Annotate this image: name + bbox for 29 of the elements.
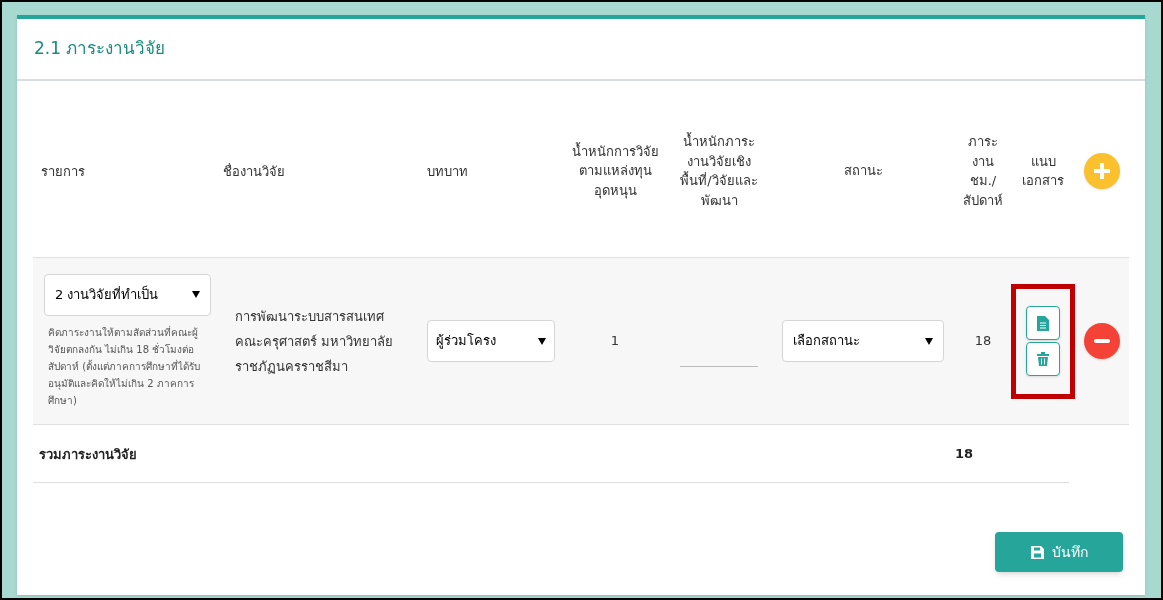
research-title: การพัฒนาระบบสารสนเทศ คณะครุศาสตร์ มหาวิทยาลัยราชภัฏนครราชสีมา [235, 308, 394, 374]
column-header: ชื่องานวิจัย [223, 164, 285, 179]
caret-icon [192, 291, 200, 298]
section-title: 2.1 ภาระงานวิจัย [34, 37, 166, 61]
category-select[interactable]: 2 งานวิจัยที่ทำเป็น [44, 273, 211, 316]
trash-icon [1037, 352, 1049, 366]
column-header: บทบาท [427, 164, 468, 179]
status-select[interactable]: เลือกสถานะ [782, 320, 944, 362]
column-header: ภาระงาน ชม./สัปดาห์ [962, 133, 1004, 210]
plus-icon [1094, 163, 1110, 179]
column-header: แนบเอกสาร [1021, 152, 1065, 190]
column-header: สถานะ [842, 162, 884, 181]
caret-icon [925, 337, 933, 345]
total-hours: 18 [955, 444, 974, 463]
role-select[interactable]: ผู้ร่วมโครง [427, 320, 555, 362]
remove-button[interactable] [1084, 323, 1120, 359]
hours-value: 18 [974, 332, 992, 351]
minus-icon [1094, 339, 1110, 343]
column-header: น้ำหนักการวิจัยตามแหล่งทุนอุดหนุน [570, 141, 660, 201]
caret-icon [538, 337, 546, 345]
weight-value: 1 [610, 332, 620, 351]
total-label: รวมภาระงานวิจัย [39, 446, 137, 462]
column-header: รายการ [41, 164, 85, 179]
column-header: น้ำหนักภาระงานวิจัยเชิงพื้นที่/วิจัยและพัฒนา [679, 132, 759, 210]
delete-file-button[interactable] [1026, 342, 1060, 376]
add-button[interactable] [1084, 153, 1120, 189]
document-icon [1037, 315, 1049, 331]
document-button[interactable] [1026, 306, 1060, 340]
help-text: คิดภาระงานให้ตามสัดส่วนที่คณะผู้วิจัยตกลงกัน ไม่เกิน 18 ชั่วโมงต่อสัปดาห์ (ตั้งแต่ภาคการศึกษาที่ได้รับอนุมัติและคิดให้ไม่เกิน 2 ภาคการศึกษา) [47, 324, 202, 408]
